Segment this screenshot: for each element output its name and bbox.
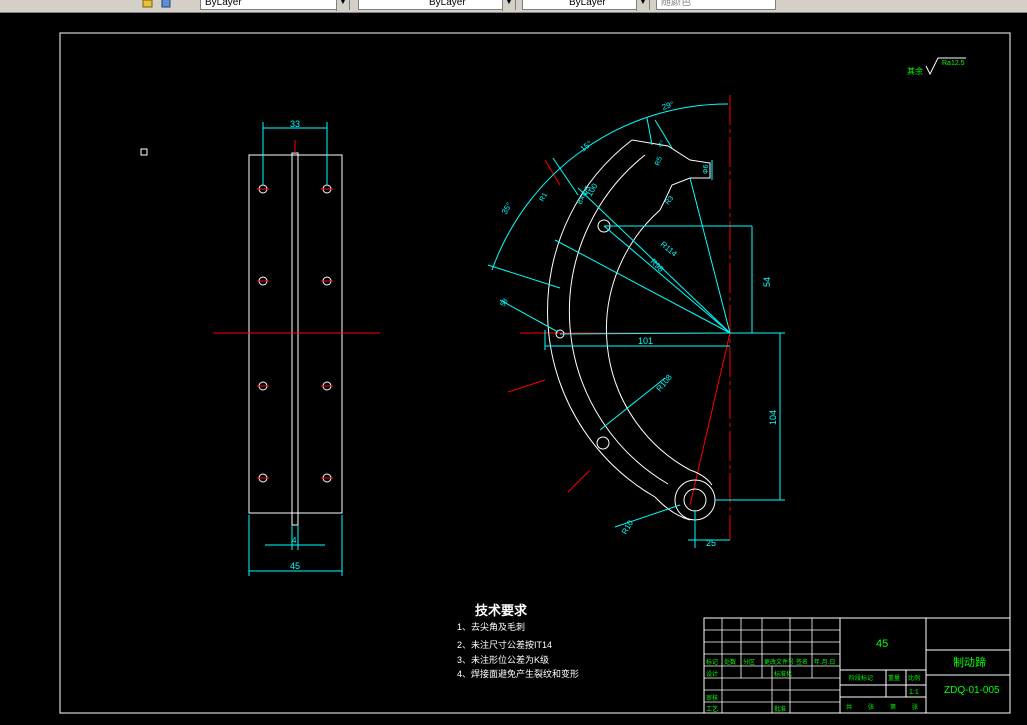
notes-item-2: 2、未注尺寸公差按IT14 [457, 639, 552, 650]
dim-radius-98: R98 [649, 257, 666, 274]
title-scale: 1:1 [909, 689, 919, 696]
dim-notch: R3 [664, 195, 675, 206]
dim-width-bottom: 45 [290, 561, 300, 571]
title-role-process: 工艺 [706, 705, 718, 713]
chevron-down-icon: ▼ [502, 0, 515, 11]
shoe-lining-arc [547, 139, 656, 498]
ucs-marker [140, 148, 148, 156]
dim-radius-r: R5 [654, 156, 664, 167]
notes-title: 技术要求 [475, 603, 528, 618]
title-header-3: 分区 [743, 658, 755, 666]
plotstyle-dropdown-value: 随颜色 [661, 0, 691, 8]
layer-manager-icon[interactable] [142, 0, 154, 8]
title-role-review: 审核 [706, 694, 718, 702]
side-view-outline [248, 154, 343, 514]
chevron-down-icon: ▼ [636, 0, 649, 11]
notes-item-4: 4、焊接面避免产生裂纹和变形 [457, 668, 579, 679]
lineweight-dropdown[interactable]: ByLayer ▼ [522, 0, 650, 11]
title-header-1: 标记 [706, 658, 718, 666]
color-dropdown-value: ByLayer [205, 0, 242, 8]
front-view: 29° 15° 35° 4° R5 Φ6 R3 100 8×Φ5 R1 R114… [487, 95, 785, 548]
shoe-outer-arc [568, 154, 669, 485]
title-header-5: 签名 [796, 658, 808, 666]
title-role-approve: 批准 [774, 705, 786, 713]
dim-hole-dia: Φ6 [703, 164, 710, 174]
title-role-design: 设计 [706, 670, 718, 678]
rivet-hole-2 [596, 436, 610, 450]
linetype-dropdown[interactable]: ByLayer ▼ [358, 0, 516, 11]
pin-hole [683, 488, 707, 512]
side-view: 33 45 4 [213, 119, 380, 576]
plotstyle-dropdown[interactable]: 随颜色 [656, 0, 776, 10]
technical-notes: 技术要求 1、去尖角及毛刺 2、未注尺寸公差按IT14 3、未注形位公差为K级 … [457, 603, 579, 679]
linetype-dropdown-value: ByLayer [429, 0, 466, 8]
dim-vertical-104: 104 [768, 410, 778, 425]
lineweight-dropdown-value: ByLayer [569, 0, 606, 8]
drawing-canvas[interactable]: 33 45 4 29° 15° 35° 4° R5 Φ6 R3 100 8×Φ5… [0, 12, 1027, 725]
match-properties-icon[interactable] [160, 0, 172, 8]
dim-arc-angle-small: 4° [656, 139, 667, 149]
title-ratio: 比例 [908, 674, 920, 682]
dim-arc-angle-3: 35° [500, 201, 514, 216]
title-sheets-1: 共 [846, 703, 852, 711]
color-dropdown[interactable]: ByLayer ▼ [200, 0, 350, 11]
notes-item-1: 1、去尖角及毛刺 [457, 621, 525, 632]
title-header-6: 年.月.日 [814, 658, 835, 666]
title-header-4: 更改文件号 [764, 658, 794, 666]
roughness-symbol: 其余 Ra12.5 [907, 57, 966, 76]
chevron-down-icon: ▼ [336, 0, 349, 11]
title-stage: 阶段标记 [849, 674, 873, 682]
title-part-name: 制动蹄 [953, 655, 986, 669]
dim-width-top: 33 [290, 119, 300, 129]
dim-horizontal-101: 101 [638, 336, 653, 346]
drawing-border [59, 32, 1011, 714]
title-header-2: 处数 [724, 658, 736, 666]
shoe-bottom-end [654, 469, 713, 521]
notes-item-3: 3、未注形位公差为K级 [457, 654, 549, 665]
title-sheets-4: 张 [912, 703, 918, 711]
title-weight: 重量 [888, 674, 900, 682]
dim-slot: 4 [292, 536, 297, 545]
title-material: 45 [876, 638, 888, 650]
title-sheets-3: 第 [890, 703, 896, 711]
title-role-standard: 标准化 [774, 670, 792, 678]
dim-angle-58: 58 [500, 298, 510, 308]
roughness-prefix: 其余 [907, 66, 923, 76]
dim-radius-114: R114 [659, 240, 679, 259]
dim-pin-offset: 25 [706, 538, 716, 548]
title-sheets-2: 张 [868, 703, 874, 711]
dim-vertical-54: 54 [762, 277, 772, 287]
roughness-value: Ra12.5 [942, 60, 965, 67]
side-view-web [291, 152, 299, 526]
dim-small-r: R1 [539, 192, 550, 203]
dim-radius-108: R108 [655, 372, 675, 393]
title-drawing-number: ZDQ-01-005 [944, 685, 1000, 696]
